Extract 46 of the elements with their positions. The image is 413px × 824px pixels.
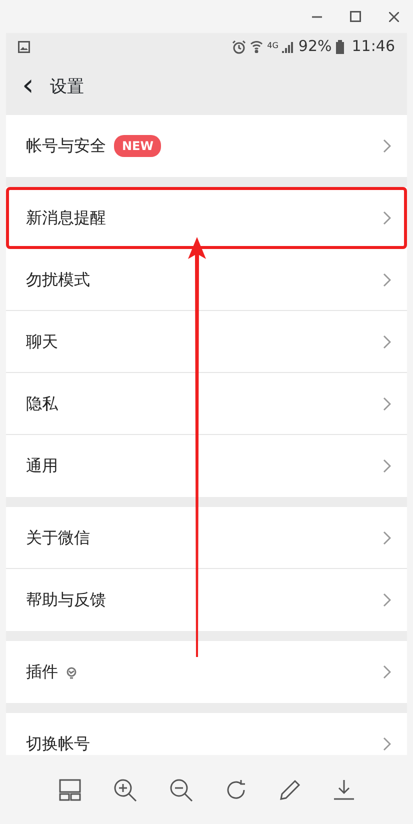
page-title: 设置	[50, 76, 84, 99]
chevron-icon	[383, 139, 391, 153]
new-badge: NEW	[114, 135, 162, 157]
settings-item[interactable]: 帮助与反馈	[6, 569, 407, 631]
chevron-icon	[383, 334, 391, 348]
chevron-icon	[383, 459, 391, 473]
download-icon[interactable]	[332, 778, 354, 800]
chevron-icon	[383, 210, 391, 224]
battery-level: 92%	[298, 36, 332, 58]
item-label: 聊天	[26, 330, 58, 352]
image-icon	[18, 40, 30, 52]
chevron-icon	[383, 665, 391, 679]
settings-item[interactable]: 切换帐号	[6, 713, 407, 755]
item-label: 切换帐号	[26, 733, 90, 755]
layout-icon[interactable]	[58, 778, 80, 800]
item-label: 勿扰模式	[26, 268, 90, 290]
rotate-icon[interactable]	[224, 778, 246, 800]
item-label: 帐号与安全	[26, 135, 106, 157]
signal-icon	[282, 40, 294, 52]
battery-icon	[336, 40, 344, 54]
item-label: 帮助与反馈	[26, 589, 106, 611]
settings-item[interactable]: 插件	[6, 641, 407, 703]
settings-item[interactable]: 新消息提醒	[6, 187, 407, 249]
item-label: 插件	[26, 661, 58, 683]
chevron-icon	[383, 530, 391, 544]
item-label: 通用	[26, 455, 58, 477]
item-label: 新消息提醒	[26, 206, 106, 228]
bulb-icon	[66, 666, 77, 678]
item-label: 隐私	[26, 392, 58, 414]
settings-item[interactable]: 通用	[6, 435, 407, 497]
chevron-icon	[383, 396, 391, 410]
settings-item[interactable]: 帐号与安全 NEW	[6, 115, 407, 177]
item-label: 关于微信	[26, 526, 90, 548]
zoom-out-icon[interactable]	[168, 778, 192, 802]
chevron-icon	[383, 272, 391, 286]
pencil-icon[interactable]	[278, 778, 300, 800]
network-label: 4G	[267, 40, 278, 52]
maximize-icon[interactable]	[350, 11, 361, 22]
chevron-icon	[383, 593, 391, 607]
zoom-in-icon[interactable]	[112, 778, 136, 802]
clock-time: 11:46	[352, 36, 395, 58]
chevron-icon	[383, 737, 391, 751]
alarm-icon	[232, 40, 246, 54]
back-button[interactable]: ‹	[22, 70, 34, 100]
close-icon[interactable]	[389, 12, 399, 22]
wifi-icon	[250, 40, 264, 53]
